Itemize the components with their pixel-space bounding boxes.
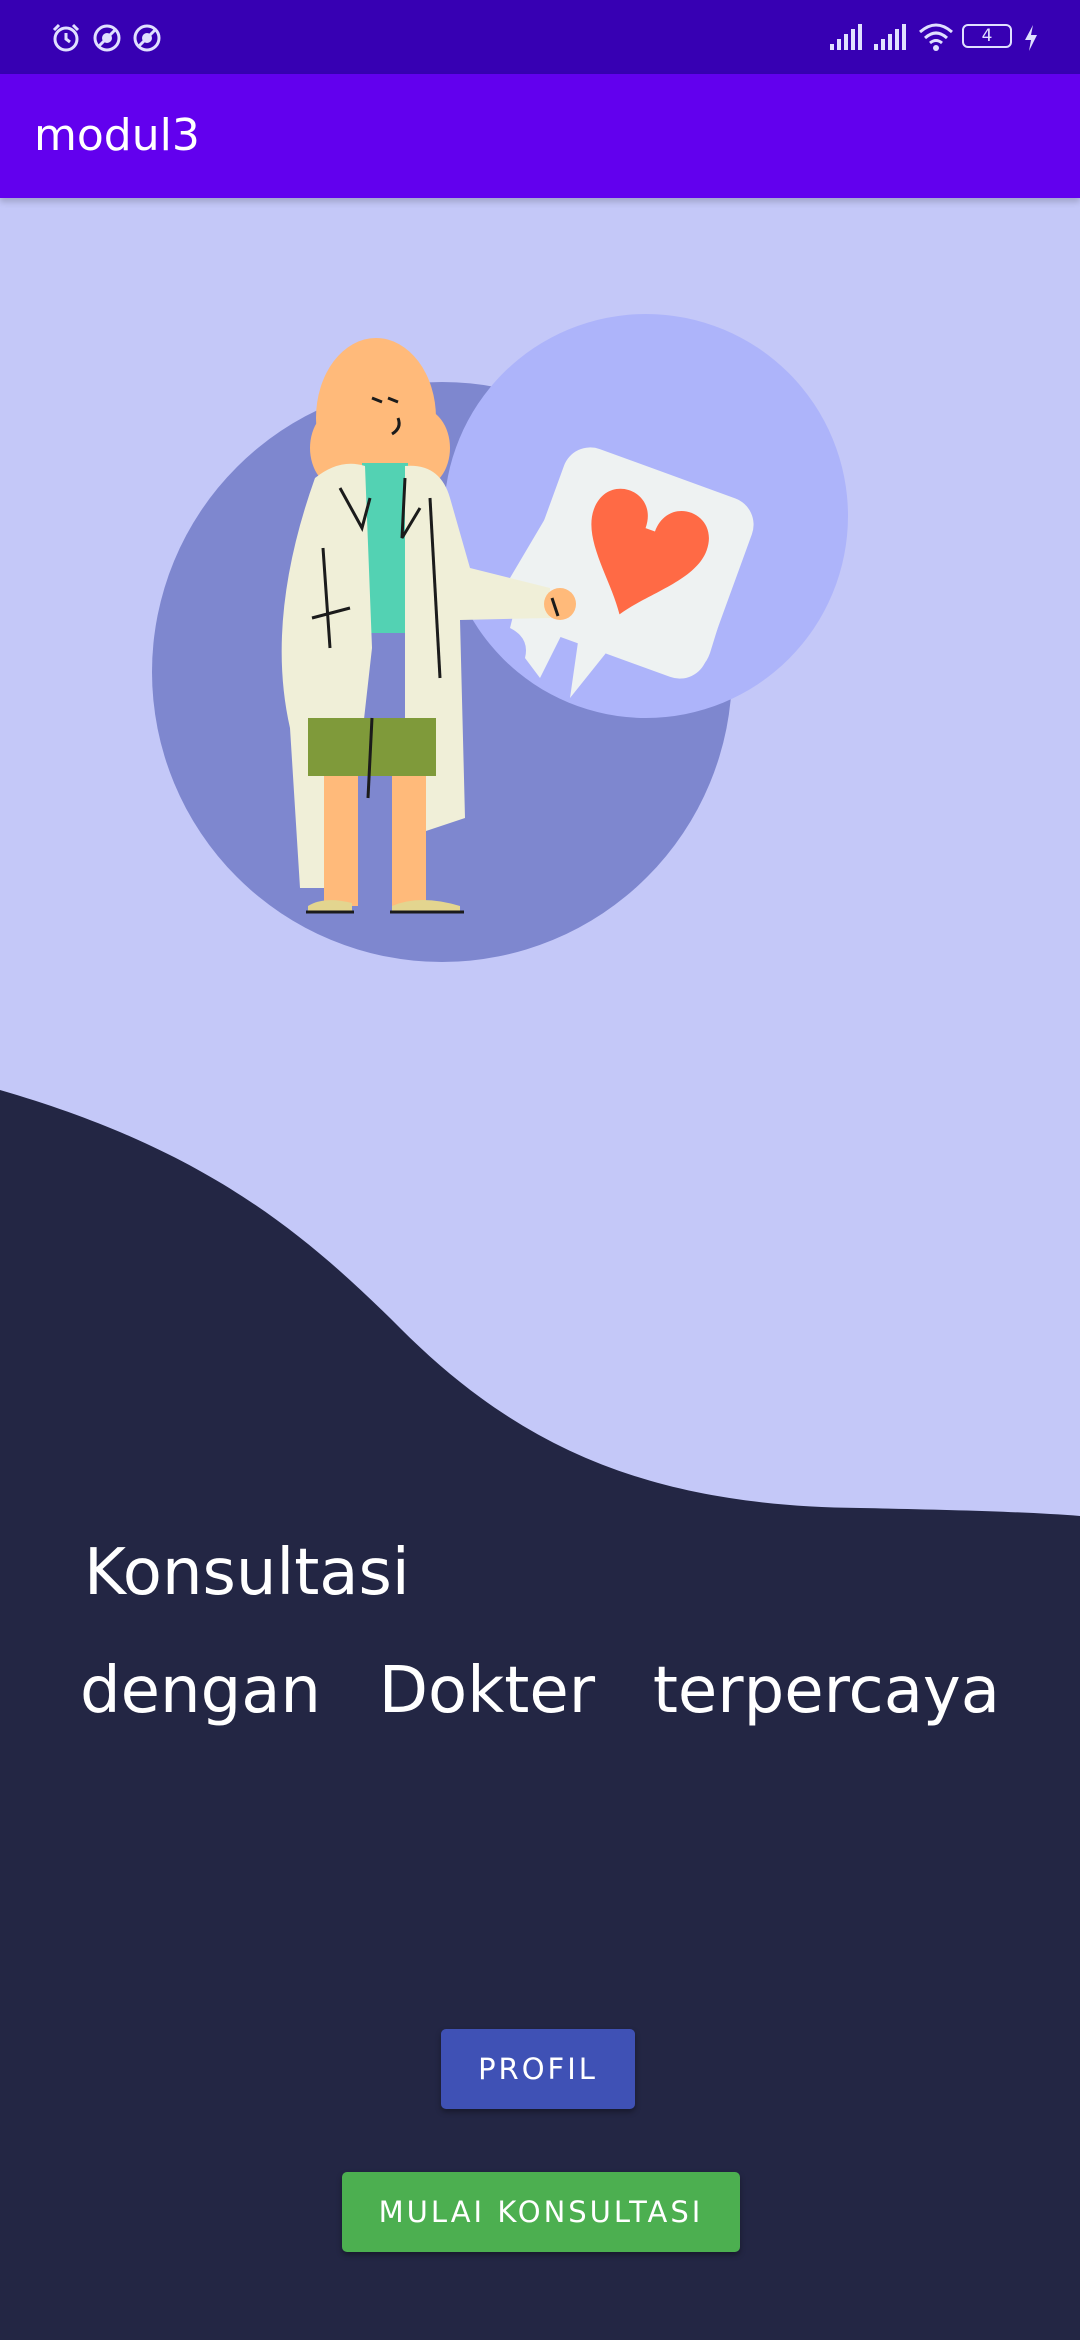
dnd-icon: [133, 24, 161, 52]
headline-line-2: dengan Dokter terpercaya: [80, 1654, 1000, 1728]
profil-button[interactable]: PROFIL: [441, 2029, 635, 2109]
wifi-icon: [919, 23, 953, 51]
battery-level: 4: [981, 26, 993, 46]
headline-word: terpercaya: [652, 1654, 1000, 1728]
status-bar: 4: [0, 0, 1080, 74]
battery-icon: 4: [962, 24, 1012, 48]
headline-word: Dokter: [378, 1654, 596, 1728]
headline-word: dengan: [80, 1654, 321, 1728]
signal-icon: [874, 24, 906, 50]
doctor-illustration: [152, 314, 848, 962]
alarm-icon: [52, 23, 80, 52]
charging-icon: [1025, 25, 1037, 51]
mulai-konsultasi-button[interactable]: MULAI KONSULTASI: [342, 2172, 740, 2252]
signal-icon: [830, 24, 862, 50]
screen: 4 modul3 Konsultasi dengan Dokter terper…: [0, 0, 1080, 2340]
headline-line-1: Konsultasi: [84, 1536, 410, 1610]
dnd-icon: [93, 24, 121, 52]
app-bar: modul3: [0, 74, 1080, 198]
content-area: Konsultasi dengan Dokter terpercaya PROF…: [0, 198, 1080, 2340]
app-title: modul3: [34, 110, 200, 161]
